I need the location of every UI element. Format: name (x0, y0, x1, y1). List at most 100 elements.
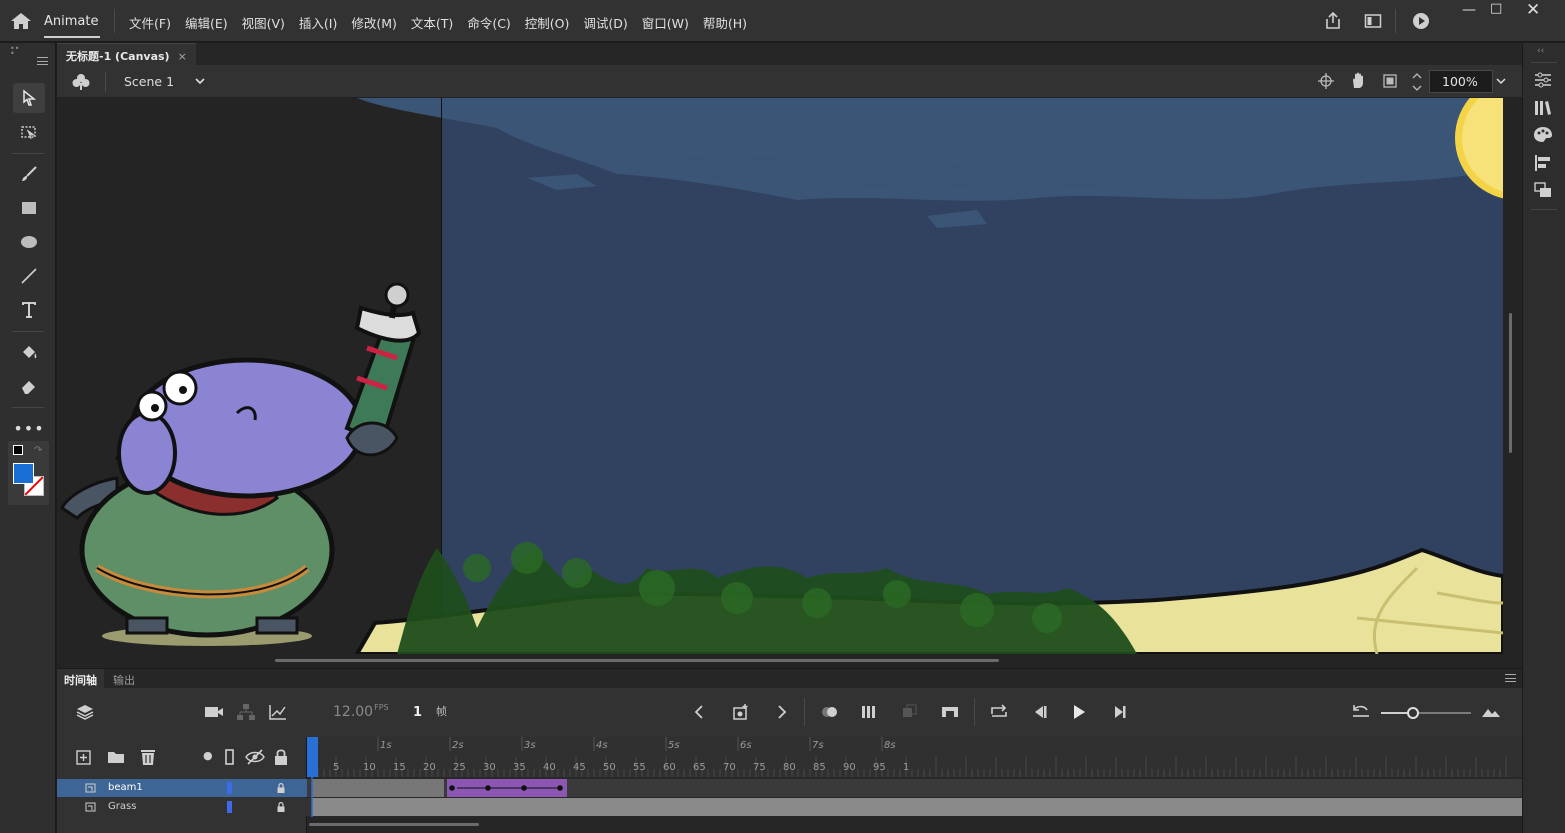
lock-icon[interactable] (270, 747, 292, 767)
menu-item[interactable]: 命令(C) (467, 13, 510, 32)
frames-area[interactable]: 1s 2s 3s 4s 5s 6s 7s 8s 5 10 15 20 25 30 35 40 45 50 55 60 6… (307, 737, 1522, 833)
zoom-stepper-icon[interactable] (1411, 70, 1423, 94)
rectangle-tool-icon[interactable] (13, 193, 45, 223)
zoom-dropdown-icon[interactable] (1495, 76, 1507, 86)
stage-canvas[interactable] (57, 98, 1503, 654)
layer-name[interactable]: Grass (108, 801, 136, 812)
center-frame-icon[interactable] (939, 702, 961, 722)
play-icon[interactable] (1068, 702, 1090, 722)
properties-icon[interactable] (1532, 70, 1554, 90)
eraser-tool-icon[interactable] (13, 371, 45, 401)
paint-bucket-tool-icon[interactable] (13, 337, 45, 367)
fps-display[interactable]: 12.00FPS (333, 703, 389, 720)
step-forward-icon[interactable] (1108, 702, 1130, 722)
vertical-scroll-thumb[interactable] (1509, 313, 1512, 453)
app-name[interactable]: Animate (44, 14, 98, 29)
scene-name[interactable]: Scene 1 (124, 74, 174, 89)
layer-color-chip[interactable] (227, 801, 232, 813)
document-tab[interactable]: 无标题-1 (Canvas) × (57, 43, 196, 65)
stage-horizontal-scrollbar[interactable] (57, 654, 1503, 668)
brush-tool-icon[interactable] (13, 159, 45, 189)
onion-skin-icon[interactable] (819, 702, 841, 722)
center-stage-icon[interactable] (1318, 73, 1334, 89)
current-frame[interactable]: 1 (413, 705, 422, 720)
static-frames-span[interactable] (312, 779, 444, 797)
menu-item[interactable]: 文件(F) (129, 13, 171, 32)
grass-frames-span[interactable] (312, 798, 1522, 816)
delete-icon[interactable] (137, 747, 159, 767)
new-folder-icon[interactable] (105, 747, 127, 767)
share-icon[interactable] (1324, 12, 1342, 30)
playhead[interactable] (307, 737, 318, 777)
layers-icon[interactable] (74, 702, 96, 722)
new-layer-icon[interactable] (73, 747, 95, 767)
next-keyframe-icon[interactable] (770, 702, 792, 722)
reset-timeline-scale-icon[interactable] (1350, 702, 1372, 722)
align-panel-icon[interactable] (1532, 153, 1554, 173)
menu-item[interactable]: 修改(M) (351, 13, 397, 32)
panel-menu-icon[interactable] (1505, 674, 1516, 682)
close-tab-icon[interactable]: × (178, 50, 187, 63)
zoom-field[interactable]: 100% (1429, 70, 1493, 93)
rotation-tool-icon[interactable] (1349, 71, 1367, 90)
menu-item[interactable]: 帮助(H) (703, 13, 747, 32)
edit-multiple-frames-icon[interactable] (859, 702, 881, 722)
layer-row-beam1[interactable]: beam1 (57, 779, 307, 797)
menu-item[interactable]: 文本(T) (411, 13, 453, 32)
clip-content-icon[interactable] (1382, 73, 1398, 89)
menu-item[interactable]: 调试(D) (583, 13, 627, 32)
layer-lock-icon[interactable] (275, 801, 287, 813)
timeline-zoom-handle[interactable] (1407, 707, 1419, 719)
stage-vertical-scrollbar[interactable] (1503, 98, 1522, 668)
visibility-off-icon[interactable] (244, 747, 266, 767)
menu-item[interactable]: 窗口(W) (642, 13, 689, 32)
test-movie-icon[interactable] (1412, 12, 1430, 30)
highlight-layer-icon[interactable]: ● (203, 749, 213, 762)
menu-item[interactable]: 插入(I) (299, 13, 337, 32)
frames-grid[interactable]: 1s 2s 3s 4s 5s 6s 7s 8s 5 10 15 20 25 30 35 40 45 50 55 60 6… (307, 737, 1522, 833)
horizontal-scroll-thumb[interactable] (275, 659, 999, 662)
layer-row-grass[interactable]: Grass (57, 798, 307, 816)
menu-item[interactable]: 编辑(E) (185, 13, 228, 32)
free-transform-tool-icon[interactable] (13, 117, 45, 147)
color-panel-icon[interactable] (1532, 125, 1554, 145)
camera-icon[interactable] (203, 702, 225, 722)
timeline-zoom-slider[interactable] (1381, 707, 1471, 719)
stroke-color-swatch[interactable] (13, 463, 34, 484)
workspace-layout-icon[interactable] (1364, 12, 1382, 30)
more-tools-icon[interactable]: ••• (13, 413, 45, 443)
panel-grip-icon[interactable]: •• • (10, 45, 19, 58)
timeline-scrollbar[interactable] (307, 817, 1522, 833)
graph-icon[interactable] (267, 702, 289, 722)
panel-menu-icon[interactable] (37, 57, 48, 65)
chevron-down-icon[interactable] (194, 76, 206, 86)
panel-collapse-icon[interactable]: ‹‹ (1537, 46, 1544, 56)
assets-panel-icon[interactable] (1532, 180, 1554, 200)
menu-item[interactable]: 控制(O) (525, 13, 570, 32)
step-back-icon[interactable] (1029, 702, 1051, 722)
outline-icon[interactable] (219, 747, 241, 767)
fit-timeline-icon[interactable] (1480, 702, 1502, 722)
home-icon[interactable] (10, 12, 32, 30)
layer-color-chip[interactable] (227, 782, 232, 794)
selection-tool-icon[interactable] (13, 83, 45, 113)
previous-keyframe-icon[interactable] (689, 702, 711, 722)
minimize-icon[interactable]: — (1462, 2, 1476, 18)
default-colors-icon[interactable] (13, 445, 23, 455)
scene-icon[interactable] (71, 72, 91, 92)
maximize-icon[interactable]: □ (1490, 1, 1502, 16)
timeline-scroll-thumb[interactable] (309, 823, 479, 826)
loop-icon[interactable] (988, 702, 1010, 722)
close-icon[interactable]: ✕ (1526, 0, 1540, 20)
layer-name[interactable]: beam1 (108, 782, 143, 793)
insert-keyframe-icon[interactable] (730, 702, 752, 722)
tab-timeline[interactable]: 时间轴 (57, 669, 104, 689)
text-tool-icon[interactable] (13, 295, 45, 325)
layer-lock-icon[interactable] (275, 782, 287, 794)
keyframe-dot[interactable] (449, 785, 455, 791)
layer-parenting-icon[interactable] (235, 702, 257, 722)
oval-tool-icon[interactable] (13, 227, 45, 257)
swap-colors-icon[interactable]: ↷ (34, 445, 42, 456)
menu-item[interactable]: 视图(V) (242, 13, 285, 32)
line-tool-icon[interactable] (13, 261, 45, 291)
